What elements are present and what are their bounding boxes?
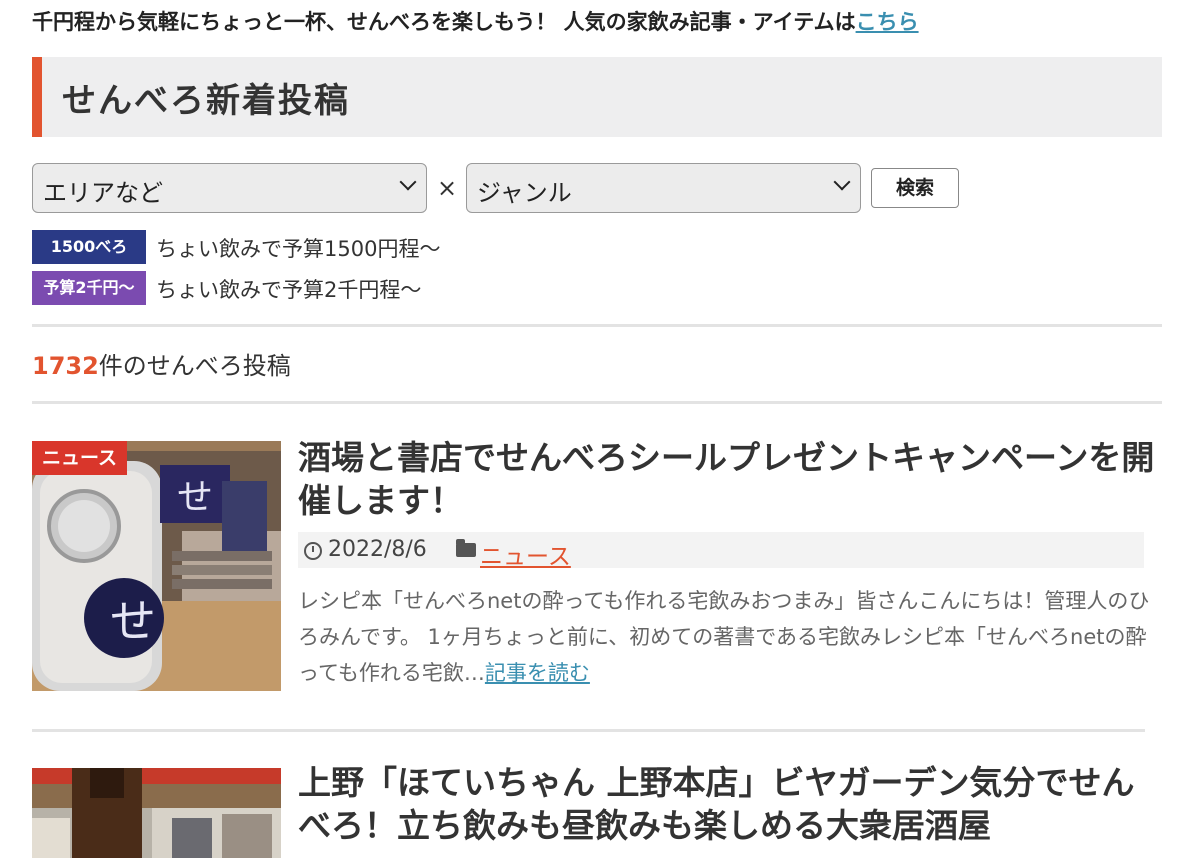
divider	[32, 401, 1162, 404]
post-thumbnail[interactable]: せ せ ニュース	[32, 441, 281, 691]
section-title: せんべろ新着投稿	[62, 81, 350, 121]
section-header: せんべろ新着投稿	[32, 57, 1162, 137]
clock-icon	[304, 542, 322, 560]
notice-link[interactable]: こちら	[856, 10, 919, 34]
chevron-down-icon	[833, 173, 851, 191]
svg-text:せ: せ	[110, 594, 156, 648]
post-count-number: 1732	[32, 352, 99, 380]
post-thumbnail[interactable]	[32, 768, 281, 858]
post-title[interactable]: 酒場と書店でせんべろシールプレゼントキャンペーンを開催します！	[298, 436, 1158, 522]
post-count-suffix: 件のせんべろ投稿	[98, 352, 291, 380]
divider	[32, 324, 1162, 327]
tag-description: ちょい飲みで予算2千円程〜	[156, 278, 422, 302]
tag-badge: 1500べろ	[32, 230, 146, 264]
read-more-link[interactable]: 記事を読む	[485, 661, 590, 685]
search-button[interactable]: 検索	[871, 168, 959, 208]
post-count: 1732件のせんべろ投稿	[32, 346, 291, 381]
post-excerpt: レシピ本「せんべろnetの酔っても作れる宅飲みおつまみ」皆さんこんにちは！管理人…	[298, 583, 1158, 691]
tag-description: ちょい飲みで予算1500円程〜	[156, 237, 441, 261]
area-select-value: エリアなど	[43, 179, 163, 207]
post-category-link[interactable]: ニュース	[480, 537, 571, 571]
area-select[interactable]: エリアなど	[32, 163, 427, 213]
post-title[interactable]: 上野「ほていちゃん 上野本店」ビヤガーデン気分でせんべろ！立ち飲みも昼飲みも楽し…	[298, 761, 1158, 847]
genre-select[interactable]: ジャンル	[466, 163, 861, 213]
post-excerpt-text: レシピ本「せんべろnetの酔っても作れる宅飲みおつまみ」皆さんこんにちは！管理人…	[298, 589, 1150, 685]
chevron-down-icon	[399, 173, 417, 191]
tag-badge: 予算2千円〜	[32, 271, 146, 305]
times-separator: ×	[437, 174, 458, 202]
notice-text: 千円程から気軽にちょっと一杯、せんべろを楽しもう！ 人気の家飲み記事・アイテムは	[32, 10, 856, 34]
post-date: 2022/8/6	[328, 537, 427, 562]
svg-text:せ: せ	[177, 477, 213, 518]
divider	[32, 729, 1145, 732]
post-meta: 2022/8/6 ニュース	[298, 532, 1144, 571]
page: 千円程から気軽にちょっと一杯、せんべろを楽しもう！ 人気の家飲み記事・アイテムは…	[0, 0, 1200, 858]
category-badge: ニュース	[32, 441, 128, 475]
sticker-photo: せ せ	[32, 441, 281, 691]
izakaya-photo	[32, 768, 281, 858]
folder-icon	[456, 539, 476, 557]
top-notice: 千円程から気軽にちょっと一杯、せんべろを楽しもう！ 人気の家飲み記事・アイテムは…	[32, 6, 919, 36]
genre-select-value: ジャンル	[477, 179, 572, 207]
